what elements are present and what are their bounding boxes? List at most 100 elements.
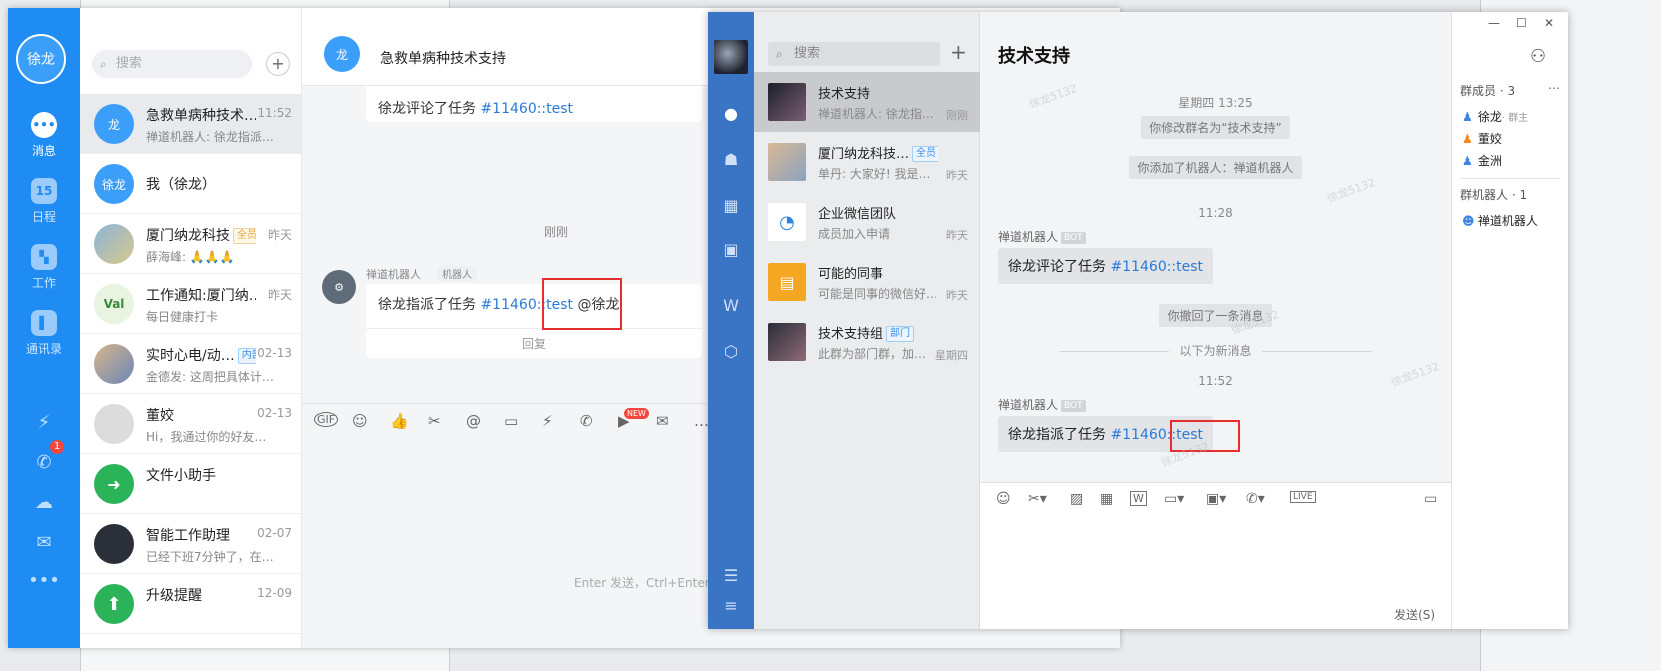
add-button[interactable]: + <box>950 40 967 64</box>
new-messages-divider: 以下为新消息 <box>980 342 1451 359</box>
member-item[interactable]: ♟ 徐龙· 群主 <box>1462 108 1528 125</box>
send-button[interactable]: 发送(S) <box>1394 606 1435 623</box>
doc-icon[interactable]: W <box>1130 491 1147 506</box>
user-avatar[interactable] <box>714 40 748 74</box>
person-icon: ♟ <box>1462 110 1473 124</box>
more-icon[interactable]: … <box>1548 78 1560 92</box>
list-item[interactable]: 厦门纳龙科技 全员 昨天 薛海峰: 🙏🙏🙏 <box>80 214 301 274</box>
time-separator: 刚刚 <box>544 225 569 239</box>
search-icon: ⌕ <box>776 47 783 61</box>
list-item[interactable]: 徐龙 我（徐龙） <box>80 154 301 214</box>
reply-button[interactable]: 回复 <box>366 328 702 352</box>
ding-icon[interactable]: ⚡ <box>542 412 553 430</box>
phone-icon[interactable]: ✆▾ <box>1246 491 1265 507</box>
avatar <box>768 83 806 121</box>
add-member-icon[interactable]: ⚇ <box>1530 46 1546 67</box>
member-item[interactable]: ♟ 金洲 <box>1462 152 1502 169</box>
calendar-icon[interactable]: ▦ <box>708 196 754 215</box>
chat-title: 技术支持 <box>998 46 1070 67</box>
minimize-icon[interactable]: — <box>1488 16 1500 30</box>
close-icon[interactable]: ✕ <box>1544 16 1554 30</box>
search-input[interactable]: ⌕ 搜索 <box>92 50 252 78</box>
list-item[interactable]: 智能工作助理 02-07 已经下班7分钟了，在… <box>80 514 301 574</box>
emoji-icon[interactable]: ☺ <box>996 491 1011 507</box>
sender-name: 禅道机器人 BOT <box>998 228 1086 245</box>
sender-name: 禅道机器人 机器人 <box>366 266 477 282</box>
list-item[interactable]: ➜ 文件小助手 <box>80 454 301 514</box>
avatar: 龙 <box>94 104 134 144</box>
phone-icon[interactable]: ✆ <box>8 452 80 473</box>
tag-badge: 全员 <box>233 228 256 244</box>
calendar-icon: 15 <box>31 178 57 204</box>
nav-contacts[interactable]: ▌ 通讯录 <box>8 310 80 357</box>
chat-bubble-icon[interactable]: ● <box>708 104 754 123</box>
folder-icon[interactable]: ▭ <box>504 412 518 430</box>
tag-badge: 内部 <box>237 348 256 364</box>
time-separator: 星期四 13:25 <box>1178 96 1253 110</box>
avatar: Val <box>94 284 134 324</box>
scissors-icon[interactable]: ✂ <box>428 412 441 430</box>
settings-icon[interactable]: ☰ <box>708 566 754 585</box>
apps-icon[interactable]: ▣ <box>708 240 754 259</box>
add-button[interactable]: + <box>266 52 290 76</box>
scissors-icon[interactable]: ✂▾ <box>1028 491 1047 507</box>
members-title: 群成员 · 3 <box>1460 84 1516 98</box>
new-badge: NEW <box>624 408 649 419</box>
user-avatar[interactable]: 徐龙 <box>16 34 66 84</box>
mail-icon[interactable]: ✉ <box>8 532 80 553</box>
divider <box>1460 178 1560 179</box>
search-input[interactable]: ⌕ 搜索 <box>768 42 940 66</box>
list-item[interactable]: 董姣 02-13 Hi，我通过你的好友… <box>80 394 301 454</box>
thumbs-up-icon[interactable]: 👍 <box>390 412 409 430</box>
list-item[interactable]: Val 工作通知:厦门纳… 昨天 每日健康打卡 <box>80 274 301 334</box>
nav-messages[interactable]: ••• 消息 <box>8 112 80 159</box>
left-nav-rail: 徐龙 ••• 消息 15 日程 ▚ 工作 ▌ 通讯录 ⚡ 1 ✆ ☁ ✉ ••• <box>8 8 80 648</box>
lightning-icon[interactable]: ⚡ <box>8 412 80 433</box>
folder-icon[interactable]: ▭▾ <box>1164 491 1184 507</box>
member-item[interactable]: ♟ 董姣 <box>1462 130 1502 147</box>
cloud-icon[interactable]: ☁ <box>8 492 80 513</box>
gif-icon[interactable]: GIF <box>314 412 339 427</box>
contacts-icon: ▌ <box>31 310 57 336</box>
more-icon[interactable]: ••• <box>8 570 80 591</box>
apps-icon[interactable]: ▣▾ <box>1206 491 1226 507</box>
more-icon[interactable]: … <box>694 412 709 430</box>
contact-card-icon: ▤ <box>768 263 806 301</box>
maximize-icon[interactable]: ☐ <box>1516 16 1527 30</box>
system-message: 你修改群名为“技术支持” <box>980 116 1451 139</box>
emoji-icon[interactable]: ☺ <box>352 412 368 430</box>
calendar-icon[interactable]: ▦ <box>1100 491 1113 507</box>
upgrade-arrow-icon: ⬆ <box>94 584 134 624</box>
nav-work[interactable]: ▚ 工作 <box>8 244 80 291</box>
list-item[interactable]: ▤ 可能的同事 可能是同事的微信好… 昨天 <box>754 252 980 312</box>
message-bubble: 徐龙指派了任务 #11460::test @徐龙 回复 <box>366 284 702 358</box>
list-item[interactable]: 技术支持 禅道机器人: 徐龙指… 刚刚 <box>754 72 980 132</box>
list-item[interactable]: 实时心电/动…内部 02-13 金德发: 这周把具体计… <box>80 334 301 394</box>
live-icon[interactable]: LIVE <box>1290 491 1316 503</box>
task-link[interactable]: #11460::test <box>1110 259 1203 275</box>
list-item[interactable]: ◔ 企业微信团队 成员加入申请 昨天 <box>754 192 980 252</box>
task-link[interactable]: #11460::test <box>480 101 573 117</box>
mail-icon[interactable]: ✉ <box>656 412 669 430</box>
menu-icon[interactable]: ≡ <box>708 596 754 615</box>
list-item[interactable]: 厦门纳龙科技… 全员 单丹: 大家好! 我是… 昨天 <box>754 132 980 192</box>
doc-icon[interactable]: W <box>708 296 754 315</box>
avatar <box>94 344 134 384</box>
message-input[interactable]: 发送(S) <box>980 518 1451 629</box>
phone-icon[interactable]: ✆ <box>580 412 593 430</box>
org-chart-icon[interactable]: ☗ <box>708 150 754 169</box>
list-item[interactable]: 技术支持组 部门 此群为部门群，加… 星期四 <box>754 312 980 372</box>
list-item[interactable]: ⬆ 升级提醒 12-09 <box>80 574 301 634</box>
nav-calendar[interactable]: 15 日程 <box>8 178 80 225</box>
list-item[interactable]: 龙 急救单病种技术… 11:52 禅道机器人: 徐龙指派… <box>80 94 301 154</box>
avatar <box>768 143 806 181</box>
bot-item[interactable]: ☻ 禅道机器人 <box>1462 212 1538 229</box>
cube-icon[interactable]: ⬡ <box>708 342 754 361</box>
image-icon[interactable]: ▨ <box>1070 491 1083 507</box>
person-icon: ♟ <box>1462 132 1473 146</box>
person-icon: ♟ <box>1462 154 1473 168</box>
chat-title: 急救单病种技术支持 <box>380 51 506 67</box>
avatar <box>94 524 134 564</box>
history-icon[interactable]: ▭ <box>1424 491 1437 507</box>
at-mention-icon[interactable]: @ <box>466 412 481 430</box>
